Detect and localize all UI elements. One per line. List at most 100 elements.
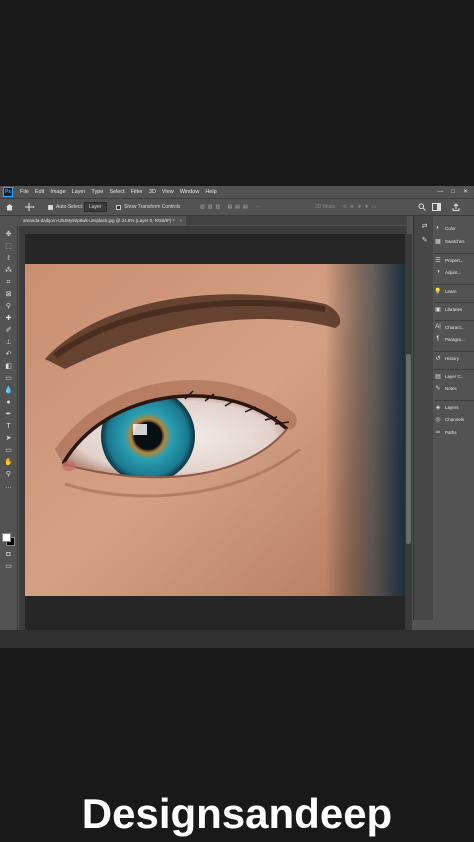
status-bar [0,630,474,648]
paragraph-icon: ¶ [436,336,440,342]
shape-tool-icon[interactable]: ▭ [3,446,14,456]
screen-mode-icon[interactable]: ▭ [3,562,14,572]
libraries-icon: ▣ [435,306,441,313]
document-tab-title: amanda-dalbjorn-UbJMy92p8wk-unsplash.jpg… [23,218,175,223]
panel-history[interactable]: ↺ History [434,351,474,364]
layer-comps-icon: ▤ [435,373,441,380]
menu-bar: Ps File Edit Image Layer Type Select Fil… [0,186,474,199]
show-transform-checkbox[interactable]: Show Transform Controls [116,202,180,212]
vertical-scrollbar[interactable] [405,234,412,630]
auto-select-check-icon [48,204,53,210]
history-brush-tool-icon[interactable]: ↶ [3,350,14,360]
document-tab[interactable]: amanda-dalbjorn-UbJMy92p8wk-unsplash.jpg… [19,216,187,225]
options-bar: Auto-Select: Layer Show Transform Contro… [0,199,474,216]
minimize-icon[interactable]: — [437,188,443,196]
move-tool-preset-icon[interactable] [25,202,35,212]
panel-dock: ◐ Color ▦ Swatches ☰ Propert... ◑ Adjust… [433,216,474,620]
panel-character-label: Charact... [445,324,465,330]
more-tools-icon[interactable]: … [3,482,14,492]
brush-tool-icon[interactable]: ✐ [3,326,14,336]
search-icon[interactable] [418,202,426,212]
frame-tool-icon[interactable]: ⊠ [3,290,14,300]
panel-dock-icon-a[interactable]: ⇄ [419,222,430,232]
menu-select[interactable]: Select [109,189,124,195]
document-canvas[interactable] [25,264,405,596]
paths-icon: ✑ [435,429,441,436]
layers-icon: ◈ [435,404,441,411]
close-window-icon[interactable]: ✕ [463,188,468,196]
auto-select-dropdown[interactable]: Layer [84,202,107,212]
panel-layers-label: Layers [445,404,459,410]
menu: File Edit Image Layer Type Select Filter… [20,186,217,198]
quick-select-tool-icon[interactable]: ⁂ [3,266,14,276]
crop-tool-icon[interactable]: ⌗ [3,278,14,288]
menu-type[interactable]: Type [91,189,103,195]
panel-dock-icon-b[interactable]: ✎ [419,236,430,246]
eraser-tool-icon[interactable]: ◧ [3,362,14,372]
menu-layer[interactable]: Layer [72,189,86,195]
history-icon: ↺ [435,355,441,362]
menu-window[interactable]: Window [180,189,200,195]
maximize-icon[interactable]: □ [451,188,455,196]
panel-paragraph[interactable]: ¶ Paragra... [434,333,474,345]
menu-image[interactable]: Image [50,189,65,195]
document-tab-bar: amanda-dalbjorn-UbJMy92p8wk-unsplash.jpg… [19,216,407,225]
panel-notes[interactable]: ✎ Notes [434,382,474,394]
gradient-tool-icon[interactable]: ▭ [3,374,14,384]
scrollbar-thumb[interactable] [406,354,411,544]
zoom-tool-icon[interactable]: ⚲ [3,470,14,480]
photoshop-logo-icon: Ps [3,187,13,197]
panel-character[interactable]: A| Charact... [434,320,474,333]
panel-paragraph-label: Paragra... [445,336,465,342]
blur-tool-icon[interactable]: 💧 [3,386,14,396]
panel-properties[interactable]: ☰ Propert... [434,253,474,266]
panel-layers[interactable]: ◈ Layers [434,400,474,413]
share-icon[interactable] [452,202,460,212]
move-tool-icon[interactable]: ✥ [3,230,14,240]
color-swatches[interactable] [2,533,15,546]
hand-tool-icon[interactable]: ✋ [3,458,14,468]
foreground-color-swatch[interactable] [2,533,11,542]
menu-help[interactable]: Help [205,189,216,195]
window-controls: — □ ✕ [437,188,468,196]
dodge-tool-icon[interactable]: ● [3,398,14,408]
close-tab-icon[interactable]: × [180,218,183,223]
eye-photo [25,264,405,596]
panel-dock-icons: ⇄ ✎ [413,216,434,620]
panel-learn[interactable]: 💡 Learn [434,284,474,297]
menu-file[interactable]: File [20,189,29,195]
mode-3d: 3D Mode: ⟲✥✥❖▭ [315,202,379,212]
character-icon: A| [435,324,441,330]
type-tool-icon[interactable]: T [3,422,14,432]
panel-paths[interactable]: ✑ Paths [434,426,474,438]
learn-icon: 💡 [434,288,442,295]
marquee-tool-icon[interactable]: ⬚ [3,242,14,252]
menu-edit[interactable]: Edit [35,189,44,195]
menu-view[interactable]: View [162,189,174,195]
adjustments-icon: ◑ [436,269,440,275]
show-transform-label: Show Transform Controls [124,204,181,210]
panel-swatches[interactable]: ▦ Swatches [434,235,474,247]
quick-mask-icon[interactable]: ◘ [3,550,14,560]
path-select-tool-icon[interactable]: ➤ [3,434,14,444]
home-icon[interactable] [5,202,14,212]
panel-channels[interactable]: ◎ Channels [434,413,474,425]
panel-libraries[interactable]: ▣ Libraries [434,302,474,315]
properties-icon: ☰ [435,257,441,264]
align-buttons[interactable]: ▥▥▥ ▤▤▤ ⋯ [200,202,263,212]
mode-3d-icons[interactable]: ⟲✥✥❖▭ [343,204,380,210]
swatches-icon: ▦ [435,238,441,245]
panel-adjustments-label: Adjust... [445,269,462,275]
healing-tool-icon[interactable]: ✚ [3,314,14,324]
panel-layer-comps[interactable]: ▤ Layer C... [434,369,474,382]
menu-filter[interactable]: Filter [131,189,143,195]
eyedropper-tool-icon[interactable]: ⚲ [3,302,14,312]
pen-tool-icon[interactable]: ✒ [3,410,14,420]
clone-stamp-tool-icon[interactable]: ⊥ [3,338,14,348]
workspace-icon[interactable] [432,202,441,212]
panel-color[interactable]: ◐ Color [434,222,474,234]
menu-3d[interactable]: 3D [149,189,156,195]
auto-select-checkbox[interactable]: Auto-Select: [48,202,83,212]
lasso-tool-icon[interactable]: ℓ [3,254,14,264]
panel-adjustments[interactable]: ◑ Adjust... [434,266,474,278]
